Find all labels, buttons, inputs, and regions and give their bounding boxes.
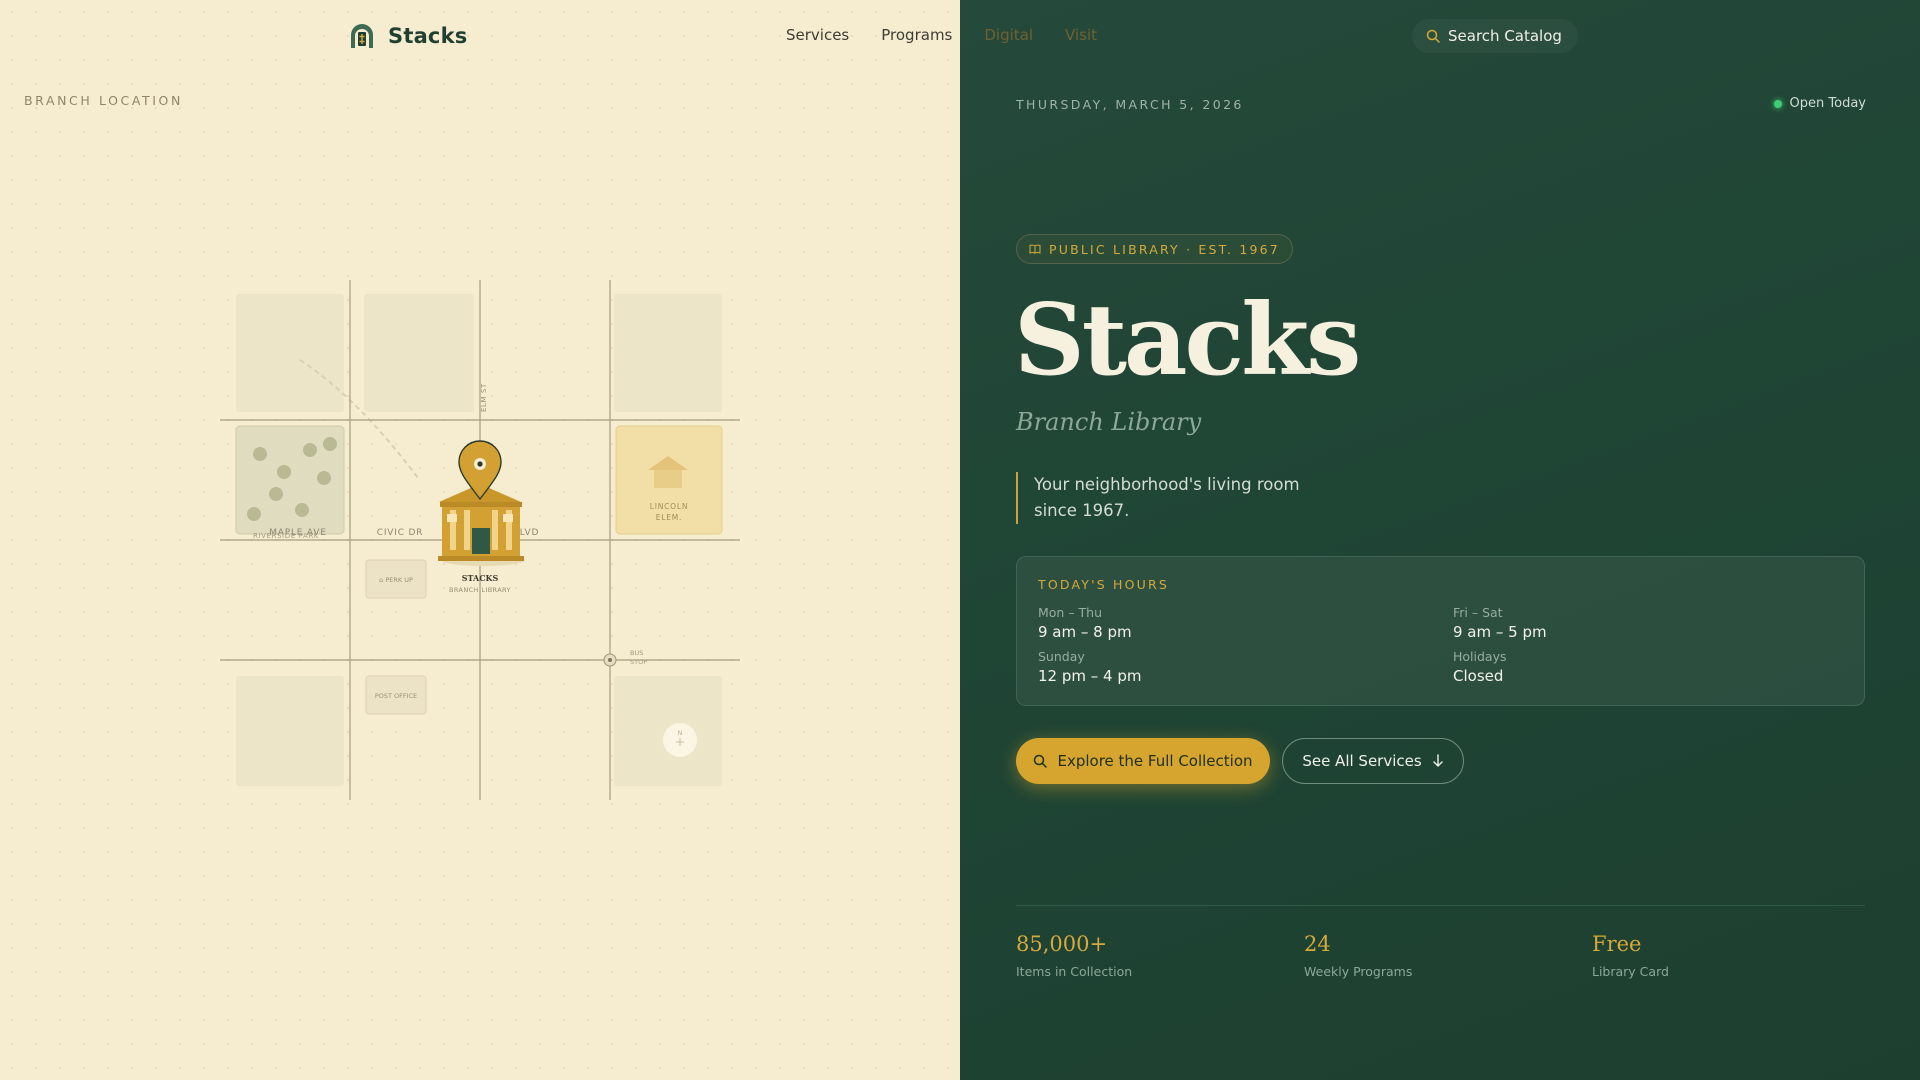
see-all-services-button[interactable]: See All Services [1282, 738, 1464, 784]
stat-value: Free [1592, 932, 1642, 956]
hours-row: Holidays Closed [1453, 649, 1507, 685]
open-status: Open Today [1773, 96, 1866, 111]
badge-label: PUBLIC LIBRARY · EST. 1967 [1049, 241, 1280, 257]
hours-value: 9 am – 5 pm [1453, 623, 1547, 641]
stat-label: Library Card [1592, 964, 1669, 979]
post-office-label: POST OFFICE [375, 692, 417, 700]
see-all-services-label: See All Services [1302, 752, 1422, 770]
parking-label: ⌂ PERK UP [379, 576, 413, 584]
stat-item: 24 Weekly Programs [1304, 932, 1412, 979]
school-label-1: LINCOLN [650, 502, 689, 511]
hours-value: Closed [1453, 667, 1504, 685]
status-dot-icon [1773, 99, 1782, 108]
page-title: Stacks [1014, 283, 1361, 398]
nav-programs[interactable]: Programs [881, 26, 952, 44]
library-map-sublabel: BRANCH LIBRARY [449, 586, 511, 594]
hours-value: 9 am – 8 pm [1038, 623, 1132, 641]
hours-heading: TODAY'S HOURS [1038, 577, 1170, 592]
main-nav: Services Programs Digital Visit [786, 26, 1097, 44]
nav-services[interactable]: Services [786, 26, 849, 44]
search-catalog-label: Search Catalog [1448, 27, 1562, 45]
compass-north-label: N [678, 730, 683, 737]
bus-stop-label-1: BUS [630, 649, 643, 657]
explore-collection-label: Explore the Full Collection [1057, 752, 1253, 770]
search-catalog-button[interactable]: Search Catalog [1412, 19, 1578, 53]
library-map-label: STACKS [462, 573, 499, 583]
library-logo-icon [351, 24, 373, 48]
hours-label: Holidays [1453, 649, 1507, 664]
search-icon [1426, 29, 1440, 43]
book-icon [1029, 244, 1041, 254]
info-panel [960, 0, 1920, 1080]
hours-label: Sunday [1038, 649, 1085, 664]
school-building-icon [654, 470, 682, 488]
school-label-2: ELEM. [656, 513, 683, 522]
stat-value: 24 [1304, 932, 1331, 956]
stat-item: 85,000+ Items in Collection [1016, 932, 1132, 979]
page-subtitle: Branch Library [1016, 408, 1202, 436]
street-elm: ELM ST [480, 383, 488, 412]
stat-value: 85,000+ [1016, 932, 1108, 956]
hours-row: Sunday 12 pm – 4 pm [1038, 649, 1141, 685]
arrow-down-icon [1432, 754, 1443, 767]
street-civic: CIVIC DR [377, 528, 423, 538]
stat-item: Free Library Card [1592, 932, 1669, 979]
explore-collection-button[interactable]: Explore the Full Collection [1016, 738, 1270, 784]
brand-name: Stacks [388, 24, 468, 48]
park-label: RIVERSIDE PARK [253, 532, 319, 540]
branch-map: LINCOLN ELEM. ELM ST MAPLE AVE CIVIC DR … [220, 280, 740, 800]
library-badge: PUBLIC LIBRARY · EST. 1967 [1016, 234, 1293, 264]
hours-row: Mon – Thu 9 am – 8 pm [1038, 605, 1132, 641]
hours-label: Mon – Thu [1038, 605, 1103, 620]
bus-stop-label-2: STOP [630, 658, 647, 666]
hours-label: Fri – Sat [1453, 605, 1503, 620]
nav-visit[interactable]: Visit [1065, 26, 1097, 44]
hours-row: Fri – Sat 9 am – 5 pm [1453, 605, 1547, 641]
nav-digital[interactable]: Digital [984, 26, 1033, 44]
brand-logo[interactable]: Stacks [348, 22, 467, 50]
current-date: THURSDAY, MARCH 5, 2026 [1016, 97, 1244, 112]
map-pin-icon[interactable] [458, 440, 502, 501]
stat-label: Items in Collection [1016, 964, 1133, 979]
stat-label: Weekly Programs [1304, 964, 1413, 979]
stats-divider [1016, 905, 1865, 906]
tagline: Your neighborhood's living room since 19… [1016, 472, 1316, 524]
open-status-label: Open Today [1789, 96, 1866, 111]
hours-value: 12 pm – 4 pm [1038, 667, 1142, 685]
search-icon [1034, 754, 1048, 768]
branch-location-label: BRANCH LOCATION [24, 93, 183, 108]
hours-card: TODAY'S HOURS Mon – Thu 9 am – 8 pm Fri … [1016, 556, 1865, 706]
